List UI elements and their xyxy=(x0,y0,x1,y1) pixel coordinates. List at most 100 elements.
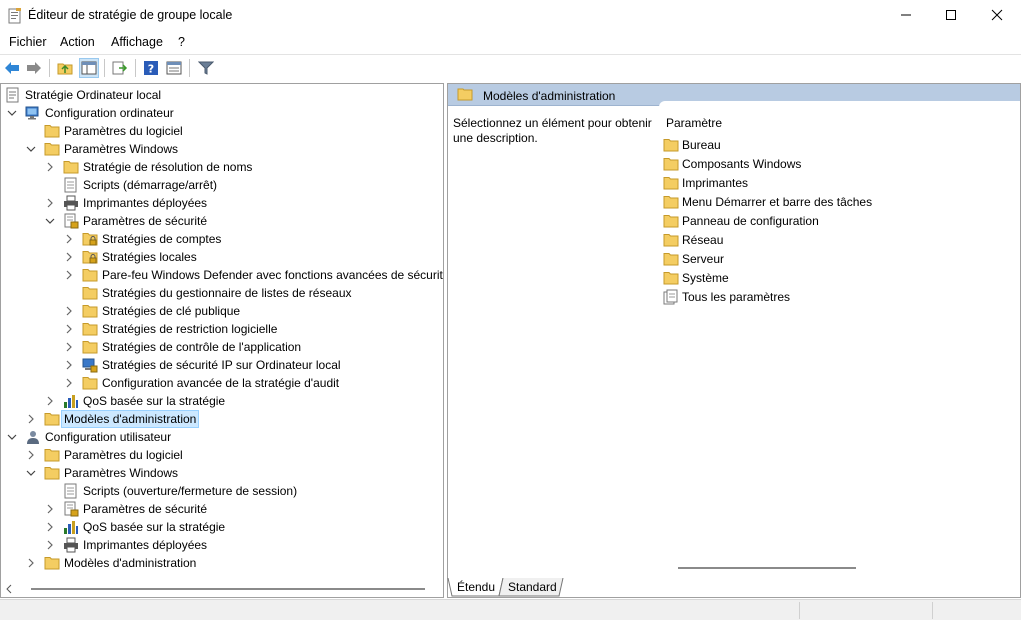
tab-etendu[interactable]: Étendu xyxy=(457,578,495,597)
tree-item[interactable]: Pare-feu Windows Defender avec fonctions… xyxy=(1,266,443,284)
chevron-right-icon[interactable] xyxy=(63,359,75,371)
filter-button[interactable] xyxy=(196,58,216,78)
scrollbar-thumb[interactable] xyxy=(31,588,425,590)
chevron-right-icon[interactable] xyxy=(63,377,75,389)
list-item[interactable]: Menu Démarrer et barre des tâches xyxy=(663,193,1003,211)
show-hide-tree-icon xyxy=(81,61,97,75)
tree-horizontal-scrollbar[interactable] xyxy=(1,580,443,597)
tree-item[interactable]: Imprimantes déployées xyxy=(1,194,443,212)
console-tree[interactable]: Stratégie Ordinateur local Configuration … xyxy=(0,83,444,598)
tree-item[interactable]: Stratégies de contrôle de l'application xyxy=(1,338,443,356)
maximize-icon xyxy=(946,10,956,20)
list-item[interactable]: Imprimantes xyxy=(663,174,1003,192)
list-item[interactable]: Système xyxy=(663,269,1003,287)
tree-item[interactable]: Configuration utilisateur xyxy=(1,428,443,446)
chevron-right-icon[interactable] xyxy=(63,233,75,245)
tree-item[interactable]: Paramètres de sécurité xyxy=(1,500,443,518)
chevron-right-icon[interactable] xyxy=(44,395,56,407)
tree-item-label: Paramètres Windows xyxy=(64,466,179,480)
folder-icon xyxy=(82,303,98,319)
folder-icon xyxy=(663,137,679,156)
show-hide-tree-button[interactable] xyxy=(79,58,99,78)
forward-arrow-icon xyxy=(27,62,41,74)
tree-item[interactable]: Stratégies de sécurité IP sur Ordinateur… xyxy=(1,356,443,374)
svg-text:?: ? xyxy=(148,63,154,76)
up-folder-button[interactable] xyxy=(55,58,75,78)
tree-item[interactable]: Modèles d'administration xyxy=(1,410,443,428)
back-arrow-icon xyxy=(5,62,19,74)
chevron-right-icon[interactable] xyxy=(44,197,56,209)
chevron-down-icon[interactable] xyxy=(6,107,18,119)
tree-item[interactable]: Scripts (démarrage/arrêt) xyxy=(1,176,443,194)
menu-fichier[interactable]: Fichier xyxy=(9,35,47,49)
list-item[interactable]: Bureau xyxy=(663,136,1003,154)
list-item[interactable]: Tous les paramètres xyxy=(663,288,1003,306)
minimize-button[interactable] xyxy=(883,0,929,30)
tree-item[interactable]: QoS basée sur la stratégie xyxy=(1,518,443,536)
tree-item[interactable]: Stratégies de clé publique xyxy=(1,302,443,320)
maximize-button[interactable] xyxy=(928,0,974,30)
menu-affichage[interactable]: Affichage xyxy=(111,35,163,49)
tree-item[interactable]: Paramètres Windows xyxy=(1,464,443,482)
tree-item[interactable]: Modèles d'administration xyxy=(1,554,443,572)
chevron-right-icon[interactable] xyxy=(63,269,75,281)
tree-item[interactable]: Imprimantes déployées xyxy=(1,536,443,554)
list-item[interactable]: Réseau xyxy=(663,231,1003,249)
chevron-right-icon[interactable] xyxy=(44,503,56,515)
chevron-right-icon[interactable] xyxy=(63,251,75,263)
back-button[interactable] xyxy=(2,58,22,78)
chevron-right-icon[interactable] xyxy=(63,341,75,353)
chevron-right-icon[interactable] xyxy=(63,305,75,317)
tree-item-label: Stratégies de comptes xyxy=(102,232,222,246)
chevron-right-icon[interactable] xyxy=(25,449,37,461)
tree-item[interactable]: Stratégies de comptes xyxy=(1,230,443,248)
all-settings-icon xyxy=(663,289,679,308)
tree-item[interactable]: Configuration avancée de la stratégie d'… xyxy=(1,374,443,392)
tree-item[interactable]: Configuration ordinateur xyxy=(1,104,443,122)
chevron-right-icon[interactable] xyxy=(25,413,37,425)
tree-item[interactable]: Paramètres Windows xyxy=(1,140,443,158)
menu-help[interactable]: ? xyxy=(178,35,185,49)
chevron-down-icon[interactable] xyxy=(25,143,37,155)
scroll-left-icon[interactable] xyxy=(5,584,13,594)
tree-item[interactable]: Stratégies du gestionnaire de listes de … xyxy=(1,284,443,302)
tree-item-label: Paramètres du logiciel xyxy=(64,448,183,462)
policy-doc-icon xyxy=(5,87,21,103)
close-button[interactable] xyxy=(974,0,1020,30)
tree-item[interactable]: Stratégie Ordinateur local xyxy=(1,86,443,104)
column-header-parametre[interactable]: Paramètre xyxy=(666,116,722,130)
chevron-right-icon[interactable] xyxy=(44,161,56,173)
chevron-right-icon[interactable] xyxy=(25,557,37,569)
list-item[interactable]: Serveur xyxy=(663,250,1003,268)
help-button[interactable]: ? xyxy=(141,58,161,78)
tree-item[interactable]: Stratégie de résolution de noms xyxy=(1,158,443,176)
menu-action[interactable]: Action xyxy=(60,35,95,49)
tree-item[interactable]: Paramètres du logiciel xyxy=(1,122,443,140)
list-item[interactable]: Composants Windows xyxy=(663,155,1003,173)
tree-item[interactable]: Paramètres de sécurité xyxy=(1,212,443,230)
tree-item[interactable]: Scripts (ouverture/fermeture de session) xyxy=(1,482,443,500)
printer-icon xyxy=(63,537,79,553)
tree-item[interactable]: Paramètres du logiciel xyxy=(1,446,443,464)
chevron-right-icon[interactable] xyxy=(44,521,56,533)
tree-item[interactable]: Stratégies de restriction logicielle xyxy=(1,320,443,338)
chevron-down-icon[interactable] xyxy=(44,215,56,227)
properties-button[interactable] xyxy=(164,58,184,78)
policy-editor-icon xyxy=(8,8,21,24)
properties-icon xyxy=(166,61,182,75)
tab-standard[interactable]: Standard xyxy=(508,578,557,597)
tree-item-label: Imprimantes déployées xyxy=(83,196,208,210)
list-horizontal-scrollbar[interactable] xyxy=(678,567,856,569)
folder-icon xyxy=(663,251,679,270)
chevron-down-icon[interactable] xyxy=(6,431,18,443)
folder-icon xyxy=(44,555,60,571)
computer-icon xyxy=(25,105,41,121)
export-list-button[interactable] xyxy=(110,58,130,78)
chevron-down-icon[interactable] xyxy=(25,467,37,479)
list-item[interactable]: Panneau de configuration xyxy=(663,212,1003,230)
tree-item[interactable]: QoS basée sur la stratégie xyxy=(1,392,443,410)
chevron-right-icon[interactable] xyxy=(44,539,56,551)
chevron-right-icon[interactable] xyxy=(63,323,75,335)
tree-item[interactable]: Stratégies locales xyxy=(1,248,443,266)
forward-button[interactable] xyxy=(24,58,44,78)
